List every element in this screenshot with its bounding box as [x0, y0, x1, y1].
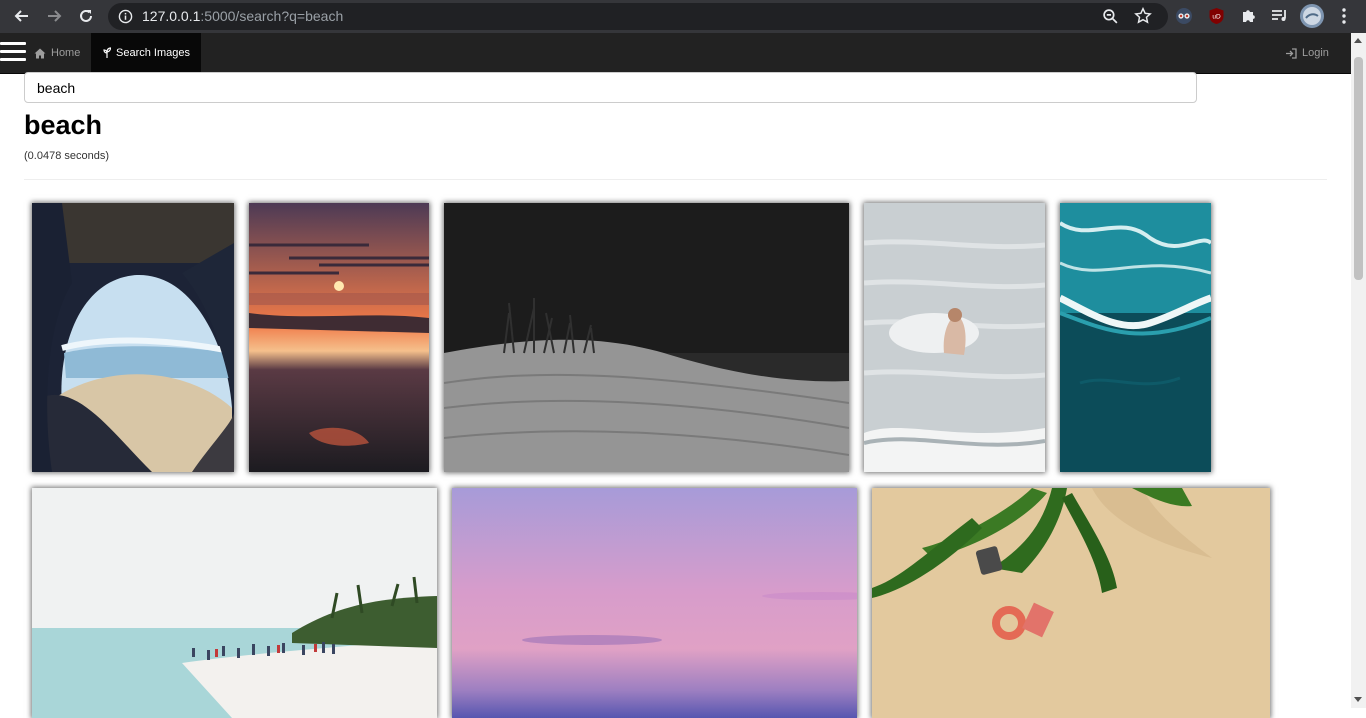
search-timing: (0.0478 seconds)	[24, 150, 109, 162]
aerial-turquoise-sea-image	[1060, 203, 1211, 472]
login-icon	[1286, 47, 1297, 59]
scrollbar-thumb[interactable]	[1354, 57, 1363, 280]
back-arrow-icon[interactable]	[10, 4, 34, 28]
profile-avatar[interactable]	[1300, 4, 1324, 28]
swimmer-waves-image	[864, 203, 1045, 472]
spy-glasses-extension-icon[interactable]	[1172, 4, 1196, 28]
media-queue-icon[interactable]	[1267, 4, 1291, 28]
purple-pink-sky-image	[452, 488, 857, 718]
browser-toolbar: 127.0.0.1:5000/search?q=beach uD	[0, 0, 1366, 33]
results-divider	[24, 179, 1327, 180]
address-url: 127.0.0.1:5000/search?q=beach	[142, 8, 343, 24]
hamburger-menu-icon[interactable]	[0, 42, 26, 64]
nav-home[interactable]: Home	[34, 33, 92, 73]
result-image-4[interactable]	[864, 203, 1045, 472]
sea-cave-arch-image	[32, 203, 234, 472]
forward-arrow-icon[interactable]	[42, 4, 66, 28]
reload-icon[interactable]	[74, 4, 98, 28]
url-host: 127.0.0.1	[142, 8, 201, 24]
bookmark-star-icon[interactable]	[1134, 6, 1152, 30]
result-image-8[interactable]	[872, 488, 1270, 718]
page-scrollbar[interactable]	[1351, 33, 1366, 708]
result-image-3[interactable]	[444, 203, 849, 472]
address-bar[interactable]: 127.0.0.1:5000/search?q=beach	[108, 3, 1168, 30]
results-heading: beach	[24, 110, 103, 140]
result-image-7[interactable]	[452, 488, 857, 718]
url-path: :5000/search?q=beach	[200, 8, 344, 24]
site-navbar: Home Search Images Login	[0, 33, 1366, 74]
zoom-icon[interactable]	[1102, 8, 1119, 30]
browser-menu-icon[interactable]	[1332, 4, 1356, 28]
result-image-5[interactable]	[1060, 203, 1211, 472]
nav-login-label: Login	[1302, 47, 1329, 59]
ublock-label: uD	[1212, 14, 1221, 21]
puzzle-extensions-icon[interactable]	[1236, 4, 1260, 28]
nav-search-images[interactable]: Search Images	[91, 33, 201, 73]
nav-home-label: Home	[51, 47, 81, 59]
sprout-icon	[103, 47, 111, 58]
crowded-shoreline-image	[32, 488, 437, 718]
search-input[interactable]	[24, 72, 1197, 103]
nav-login[interactable]: Login	[1285, 33, 1329, 73]
ublock-extension-icon[interactable]: uD	[1204, 4, 1228, 28]
info-icon[interactable]	[118, 9, 133, 29]
result-image-1[interactable]	[32, 203, 234, 472]
palm-beach-aerial-image	[872, 488, 1270, 718]
dark-sand-dune-image	[444, 203, 849, 472]
orange-sunset-image	[249, 203, 429, 472]
scroll-down-arrow-icon[interactable]	[1354, 697, 1362, 702]
result-image-6[interactable]	[32, 488, 437, 718]
result-image-2[interactable]	[249, 203, 429, 472]
home-icon	[34, 48, 46, 58]
scroll-up-arrow-icon[interactable]	[1354, 38, 1362, 43]
nav-search-images-label: Search Images	[116, 47, 190, 59]
